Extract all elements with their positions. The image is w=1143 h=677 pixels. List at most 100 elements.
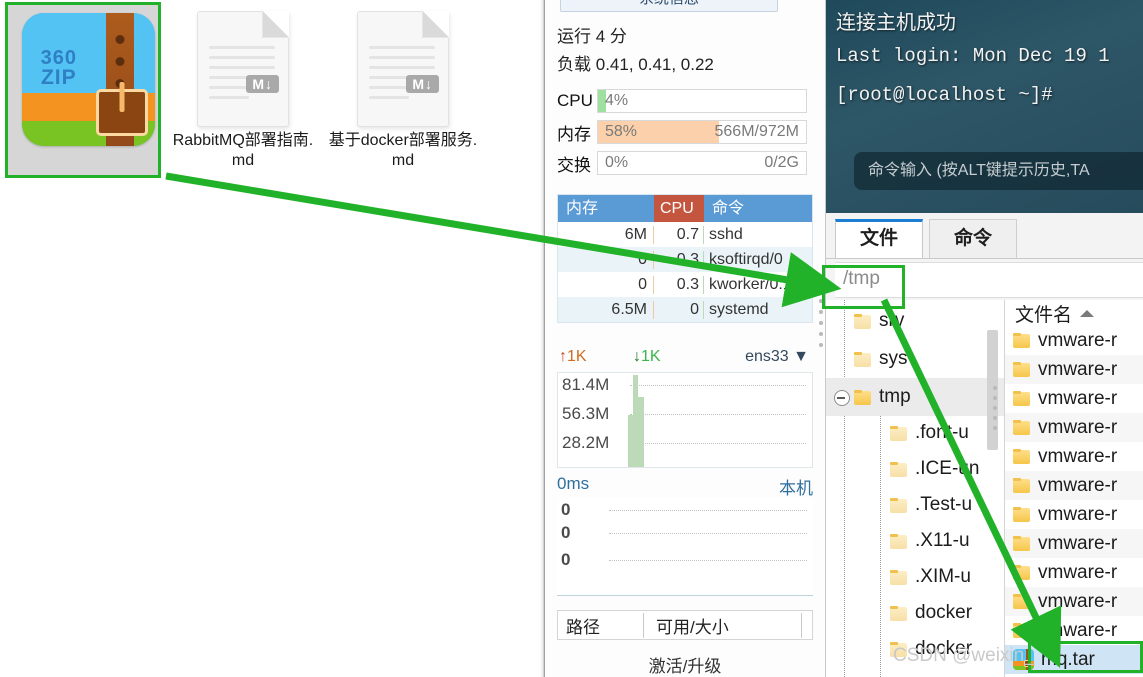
swap-meter[interactable]: 0% 0/2G	[597, 151, 807, 175]
selected-file-highlight-box	[1028, 641, 1143, 673]
watermark: CSDN @weixin_	[893, 645, 1035, 666]
list-item[interactable]: vmware-r	[1005, 558, 1143, 587]
process-col-mem[interactable]: 内存	[558, 195, 654, 222]
cpu-meter-percent: 4%	[605, 92, 629, 109]
load-label: 负载	[557, 55, 591, 74]
folder-icon	[1013, 623, 1030, 638]
process-col-cpu[interactable]: CPU	[654, 195, 704, 222]
list-item[interactable]: vmware-r	[1005, 471, 1143, 500]
swap-meter-label: 交换	[557, 155, 591, 175]
folder-icon	[890, 497, 907, 513]
tree-node-test-unix[interactable]: .Test-u	[890, 486, 972, 524]
tree-node-sys[interactable]: sys	[854, 340, 908, 378]
process-col-cmd[interactable]: 命令	[704, 195, 812, 222]
process-mem: 0	[558, 275, 654, 294]
network-chart[interactable]: 81.4M 56.3M 28.2M	[557, 372, 813, 468]
folder-icon	[1013, 536, 1030, 551]
list-item[interactable]: vmware-r	[1005, 326, 1143, 355]
tree-node-label: .XIM-u	[915, 566, 971, 587]
folder-icon	[854, 351, 871, 367]
swap-meter-amount: 0/2G	[764, 154, 799, 171]
file-name: vmware-r	[1038, 387, 1118, 409]
list-item[interactable]: vmware-r	[1005, 384, 1143, 413]
terminal-line: Last login: Mon Dec 19 1	[836, 45, 1110, 67]
desktop-icon-rabbitmq-md[interactable]: M↓ RabbitMQ部署指南.md	[168, 5, 318, 171]
load-row: 负载 0.41, 0.41, 0.22	[557, 50, 714, 75]
tree-node-ice-unix[interactable]: .ICE-un	[890, 450, 979, 488]
network-ytick: 56.3M	[562, 404, 610, 423]
cpu-meter-label: CPU	[557, 91, 593, 110]
network-ytick: 28.2M	[562, 433, 610, 452]
file-name: vmware-r	[1038, 619, 1118, 641]
file-name: vmware-r	[1038, 416, 1118, 438]
directory-tree[interactable]: srv sys tmp .font-u .ICE-un .Test-u .X11…	[826, 300, 1005, 677]
cpu-meter-row: CPU 4%	[557, 88, 807, 114]
file-list-column-header[interactable]: 文件名	[1005, 300, 1143, 326]
tree-node-x11-unix[interactable]: .X11-u	[890, 522, 970, 560]
list-item[interactable]: vmware-r	[1005, 587, 1143, 616]
desktop-icon-docker-md[interactable]: M↓ 基于docker部署服务.md	[328, 5, 478, 171]
process-cmd: ksoftirqd/0	[709, 250, 783, 268]
tab-commands[interactable]: 命令	[929, 219, 1017, 258]
process-cpu: 0.3	[654, 250, 704, 269]
list-item[interactable]: vmware-r	[1005, 529, 1143, 558]
cpu-meter[interactable]: 4%	[597, 89, 807, 113]
latency-host: 本机	[779, 479, 813, 498]
list-item[interactable]: vmware-r	[1005, 500, 1143, 529]
disk-table-header[interactable]: 路径 可用/大小	[557, 610, 813, 640]
list-item[interactable]: vmware-r	[1005, 442, 1143, 471]
markdown-badge: M↓	[406, 75, 439, 93]
file-list-scroll-dots[interactable]	[992, 380, 998, 470]
tree-node-font-unix[interactable]: .font-u	[890, 414, 969, 452]
desktop-area: 360 ZIP mq.tar M↓ RabbitMQ部署指南.md	[0, 0, 540, 677]
disk-col-size: 可用/大小	[644, 612, 802, 638]
folder-icon	[890, 533, 907, 549]
tree-node-xim-unix[interactable]: .XIM-u	[890, 558, 971, 596]
file-list[interactable]: 文件名 vmware-r vmware-r vmware-r vmware-r …	[1005, 300, 1143, 677]
folder-icon	[1013, 478, 1030, 493]
folder-icon	[1013, 594, 1030, 609]
desktop-icon-mq-tar[interactable]: 360 ZIP mq.tar	[8, 5, 158, 146]
table-row[interactable]: 6M 0.7 sshd	[558, 222, 812, 247]
file-manager-tabs: 文件 命令	[826, 213, 1143, 259]
folder-icon	[1013, 565, 1030, 580]
desktop-icon-label: RabbitMQ部署指南.md	[172, 132, 314, 169]
activate-upgrade-link[interactable]: 激活/升级	[557, 652, 813, 677]
latency-value: 0ms	[557, 474, 590, 493]
file-name: vmware-r	[1038, 532, 1118, 554]
process-mem: 6.5M	[558, 300, 654, 319]
tree-node-label: .X11-u	[915, 530, 970, 551]
table-row[interactable]: 0 0.3 ksoftirqd/0	[558, 247, 812, 272]
process-mem: 0	[558, 250, 654, 269]
folder-icon	[1013, 362, 1030, 377]
tree-node-label: docker	[915, 602, 973, 623]
process-cmd: sshd	[709, 225, 743, 243]
tree-node-docker-1[interactable]: docker	[890, 594, 972, 632]
table-row[interactable]: 6.5M 0 systemd	[558, 297, 812, 322]
tree-node-label: sys	[879, 348, 908, 369]
uptime-row: 运行 4 分	[557, 22, 627, 47]
process-cpu: 0	[654, 300, 704, 319]
folder-icon	[1013, 391, 1030, 406]
sort-ascending-icon[interactable]	[1080, 309, 1095, 317]
terminal-output[interactable]: 连接主机成功 Last login: Mon Dec 19 1 [root@lo…	[826, 0, 1143, 213]
latency-ytick: 0	[561, 550, 571, 569]
system-info-button[interactable]: 系统信息	[560, 0, 778, 12]
table-row[interactable]: 0 0.3 kworker/0:1	[558, 272, 812, 297]
latency-chart[interactable]: 0 0 0	[557, 498, 813, 596]
tree-node-tmp[interactable]: tmp	[826, 378, 1004, 416]
download-stat: ↓1K	[633, 348, 661, 365]
process-table[interactable]: 内存 CPU 命令 6M 0.7 sshd 0 0.3 ksoftirqd/0 …	[557, 194, 813, 323]
tree-node-label: tmp	[879, 386, 911, 407]
tab-files[interactable]: 文件	[835, 219, 923, 258]
file-name: vmware-r	[1038, 503, 1118, 525]
right-panel: 连接主机成功 Last login: Mon Dec 19 1 [root@lo…	[826, 0, 1143, 677]
memory-meter-amount: 566M/972M	[714, 123, 800, 140]
markdown-file-icon: M↓	[197, 11, 289, 127]
command-input[interactable]: 命令输入 (按ALT键提示历史,TA	[854, 152, 1143, 190]
list-item[interactable]: vmware-r	[1005, 355, 1143, 384]
list-item[interactable]: vmware-r	[1005, 413, 1143, 442]
memory-meter[interactable]: 58% 566M/972M	[597, 120, 807, 144]
collapse-icon[interactable]	[834, 390, 850, 406]
interface-selector[interactable]: ens33 ▼	[745, 348, 809, 366]
